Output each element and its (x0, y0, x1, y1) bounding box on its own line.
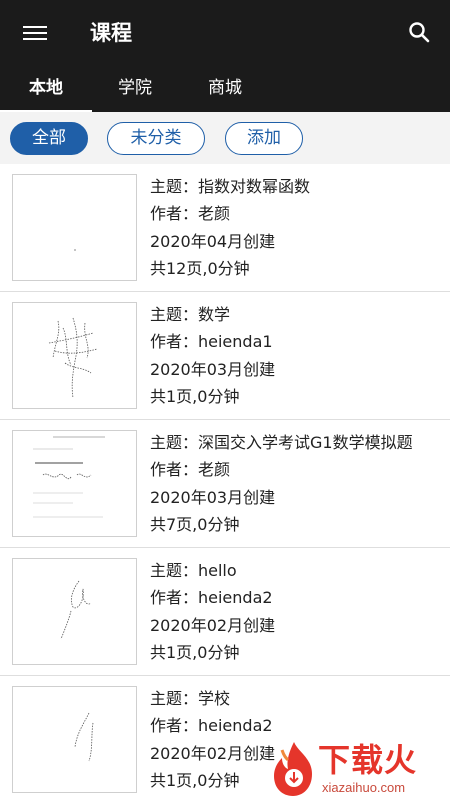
course-list-item[interactable]: 主题：hello 作者：heienda2 2020年02月创建 共1页,0分钟 (0, 548, 450, 676)
filter-bar: 全部 未分类 添加 (0, 112, 450, 164)
filter-uncategorized-chip[interactable]: 未分类 (107, 122, 205, 155)
course-list-item[interactable]: 主题：深国交入学考试G1数学模拟题 作者：老颜 2020年03月创建 共7页,0… (0, 420, 450, 548)
course-thumbnail (12, 174, 137, 281)
course-thumbnail (12, 430, 137, 537)
course-thumbnail (12, 558, 137, 665)
page-title: 课程 (90, 21, 132, 45)
watermark-text: 下载火 (318, 741, 418, 779)
course-page-count: 共1页,0分钟 (150, 642, 240, 662)
course-topic: 主题：学校 (150, 689, 231, 708)
tab-store[interactable]: 商城 (178, 68, 272, 112)
course-author: 作者：heienda1 (150, 332, 273, 352)
course-created-date: 2020年02月创建 (150, 615, 276, 635)
watermark-subtext: xiazaihuo.com (322, 780, 406, 795)
course-thumbnail (12, 686, 137, 793)
course-info: 主题：深国交入学考试G1数学模拟题 作者：老颜 2020年03月创建 共7页,0… (150, 430, 440, 539)
tab-local[interactable]: 本地 (0, 68, 92, 112)
filter-all-chip[interactable]: 全部 (10, 122, 88, 155)
course-list-item[interactable]: 主题：指数对数幂函数 作者：老颜 2020年04月创建 共12页,0分钟 (0, 164, 450, 292)
search-icon[interactable] (402, 16, 436, 50)
flame-logo-icon (274, 742, 312, 796)
course-topic: 主题：深国交入学考试G1数学模拟题 (150, 433, 413, 452)
course-page-count: 共12页,0分钟 (150, 258, 250, 278)
watermark-logo: 下载火 xiazaihuo.com (268, 738, 450, 800)
course-author: 作者：老颜 (150, 460, 231, 480)
course-page-count: 共1页,0分钟 (150, 386, 240, 406)
course-thumbnail (12, 302, 137, 409)
course-topic: 主题：指数对数幂函数 (150, 177, 311, 196)
course-created-date: 2020年04月创建 (150, 231, 276, 251)
course-list-item[interactable]: 主题：数学 作者：heienda1 2020年03月创建 共1页,0分钟 (0, 292, 450, 420)
course-info: 主题：指数对数幂函数 作者：老颜 2020年04月创建 共12页,0分钟 (150, 174, 440, 283)
course-info: 主题：hello 作者：heienda2 2020年02月创建 共1页,0分钟 (150, 558, 440, 667)
course-page-count: 共7页,0分钟 (150, 514, 240, 534)
add-category-chip[interactable]: 添加 (225, 122, 303, 155)
tab-bar: 本地 学院 商城 (0, 68, 450, 113)
course-info: 主题：数学 作者：heienda1 2020年03月创建 共1页,0分钟 (150, 302, 440, 411)
tab-academy[interactable]: 学院 (92, 68, 178, 112)
hamburger-menu-icon[interactable] (18, 18, 52, 48)
course-author: 作者：heienda2 (150, 716, 273, 736)
course-created-date: 2020年03月创建 (150, 487, 276, 507)
course-author: 作者：heienda2 (150, 588, 273, 608)
app-bar: 课程 本地 学院 商城 (0, 0, 450, 113)
course-topic: 主题：数学 (150, 305, 231, 324)
course-created-date: 2020年03月创建 (150, 359, 276, 379)
course-topic: 主题：hello (150, 561, 237, 580)
course-author: 作者：老颜 (150, 204, 231, 224)
